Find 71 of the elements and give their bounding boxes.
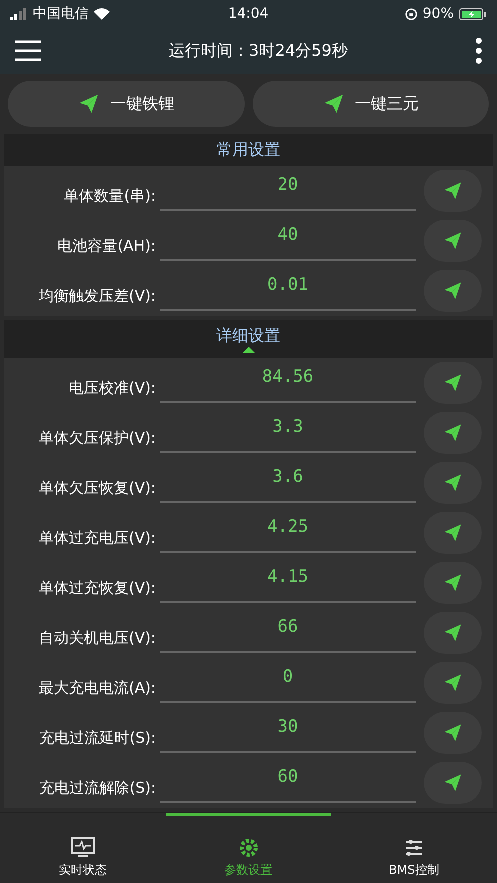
collapse-caret-icon[interactable] [242, 346, 254, 352]
send-button[interactable] [424, 220, 482, 262]
setting-label: 电池容量(AH): [56, 236, 156, 256]
send-icon [78, 93, 100, 115]
clock: 14:04 [228, 6, 269, 22]
setting-label: 充电过流延时(S): [38, 728, 156, 748]
setting-label: 单体数量(串): [63, 186, 156, 206]
setting-label: 单体过充恢复(V): [38, 578, 156, 598]
send-button[interactable] [424, 170, 482, 212]
wifi-icon [94, 8, 110, 20]
rotation-lock-icon [404, 8, 418, 20]
send-icon [443, 723, 463, 743]
send-button[interactable] [424, 562, 482, 604]
setting-label: 单体欠压保护(V): [38, 428, 156, 448]
send-icon [443, 281, 463, 301]
send-button[interactable] [424, 612, 482, 654]
send-icon [443, 373, 463, 393]
send-button[interactable] [424, 412, 482, 454]
preset-button[interactable]: 一键铁锂 [8, 81, 244, 127]
value-field[interactable]: 3.3 [160, 413, 416, 453]
value-field[interactable]: 60 [160, 763, 416, 803]
nav-tab[interactable]: 实时状态 [0, 813, 166, 883]
send-icon [443, 623, 463, 643]
section-title: 常用设置 [216, 140, 280, 160]
send-button[interactable] [424, 270, 482, 312]
send-icon [443, 573, 463, 593]
value-field[interactable]: 30 [160, 713, 416, 753]
send-button[interactable] [424, 512, 482, 554]
send-button[interactable] [424, 712, 482, 754]
more-icon[interactable] [475, 38, 483, 64]
setting-label: 电压校准(V): [68, 378, 156, 398]
send-icon [443, 773, 463, 793]
battery-percent: 90% [422, 6, 454, 22]
section-header[interactable]: 详细设置 [4, 320, 493, 358]
value-field[interactable]: 84.56 [160, 363, 416, 403]
signal-icon [10, 8, 28, 20]
setting-label: 均衡触发压差(V): [38, 286, 156, 306]
send-icon [443, 473, 463, 493]
nav-tab[interactable]: 参数设置 [166, 813, 332, 883]
value-field[interactable]: 0.01 [160, 271, 416, 311]
setting-label: 最大充电电流(A): [38, 678, 156, 698]
value-field[interactable]: 0 [160, 663, 416, 703]
send-button[interactable] [424, 662, 482, 704]
section-title: 详细设置 [216, 326, 280, 346]
send-button[interactable] [424, 362, 482, 404]
battery-icon [459, 8, 488, 20]
section-header[interactable]: 常用设置 [4, 134, 493, 166]
runtime-title: 运行时间：3时24分59秒 [169, 40, 348, 62]
value-field[interactable]: 40 [160, 221, 416, 261]
carrier-name: 中国电信 [33, 5, 89, 23]
send-icon [443, 181, 463, 201]
send-icon [443, 523, 463, 543]
send-button[interactable] [424, 762, 482, 804]
value-field[interactable]: 3.6 [160, 463, 416, 503]
send-icon [443, 231, 463, 251]
setting-label: 自动关机电压(V): [38, 628, 156, 648]
send-icon [443, 673, 463, 693]
setting-label: 充电过流解除(S): [38, 778, 156, 798]
setting-label: 单体欠压恢复(V): [38, 478, 156, 498]
send-button[interactable] [424, 462, 482, 504]
send-icon [443, 423, 463, 443]
value-field[interactable]: 4.15 [160, 563, 416, 603]
setting-label: 单体过充电压(V): [38, 528, 156, 548]
menu-icon[interactable] [14, 40, 42, 62]
preset-button[interactable]: 一键三元 [252, 81, 489, 127]
nav-tab[interactable]: BMS控制 [331, 813, 497, 883]
value-field[interactable]: 20 [160, 171, 416, 211]
monitor-icon [70, 836, 96, 860]
send-icon [322, 93, 345, 115]
value-field[interactable]: 66 [160, 613, 416, 653]
value-field[interactable]: 4.25 [160, 513, 416, 553]
